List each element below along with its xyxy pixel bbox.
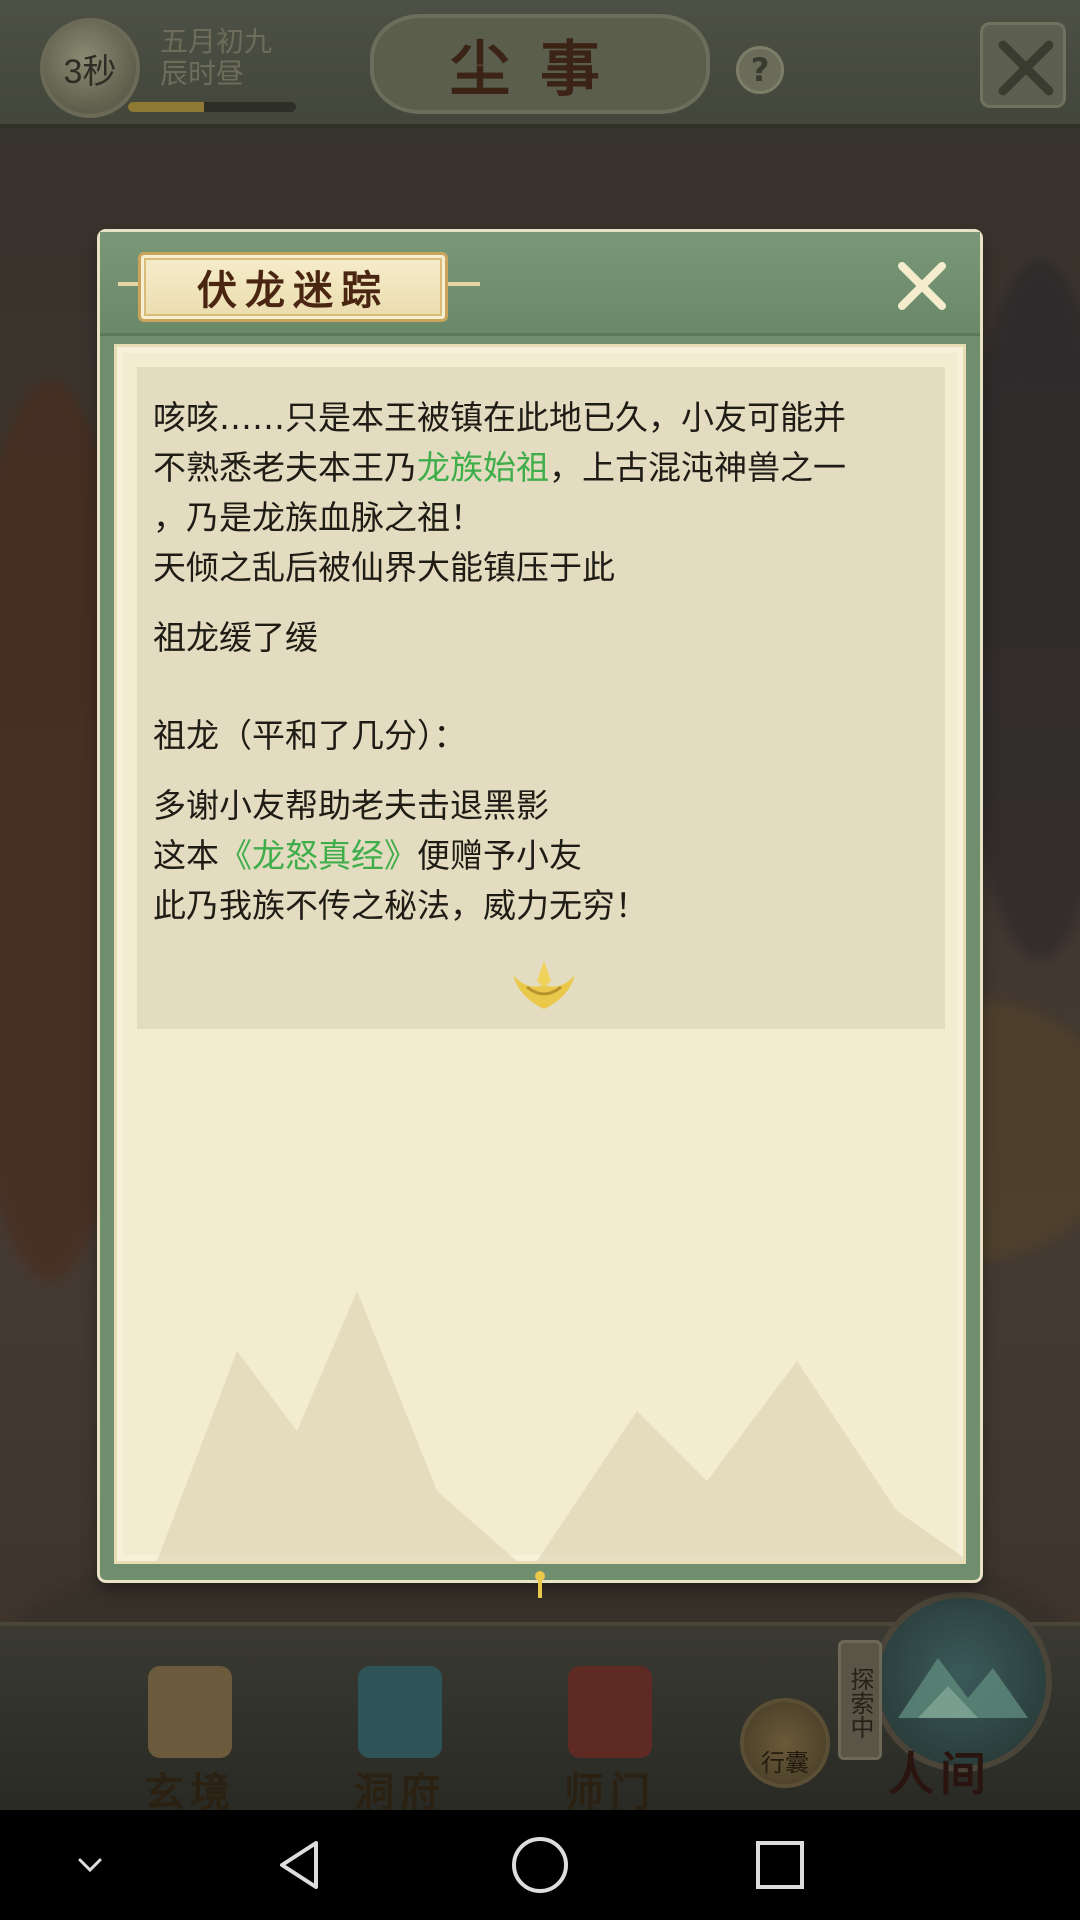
story-line: 咳咳……只是本王被镇在此地已久，小友可能并 (153, 398, 846, 437)
home-icon (512, 1837, 568, 1893)
recents-icon (756, 1841, 804, 1889)
story-line: 祖龙缓了缓 (153, 618, 318, 657)
close-icon (898, 262, 946, 310)
page-title: 尘事 (370, 14, 710, 114)
date-line-2: 辰时昼 (160, 57, 245, 90)
highlight-scripture-title: 《龙怒真经》 (219, 836, 417, 875)
story-line: 祖龙（平和了几分）： (153, 716, 467, 755)
world-label: 人间 (888, 1747, 992, 1801)
bag-button[interactable]: 行囊 (740, 1698, 830, 1788)
story-line: 天倾之乱后被仙界大能镇压于此 (153, 548, 615, 587)
recents-button[interactable] (730, 1810, 830, 1920)
story-line: 多谢小友帮助老夫击退黑影 (153, 786, 549, 825)
help-button[interactable]: ? (736, 46, 784, 94)
chevron-down-icon (78, 1858, 102, 1873)
nav-item-dongfu[interactable]: 洞府 (335, 1666, 465, 1818)
time-progress-bar (128, 102, 296, 112)
story-text: 咳咳……只是本王被镇在此地已久，小友可能并 不熟悉老夫本王乃龙族始祖，上古混沌神… (153, 393, 933, 931)
story-line: ，乃是龙族血脉之祖！ (153, 498, 483, 537)
story-line: 此乃我族不传之秘法，威力无穷！ (153, 886, 648, 925)
pull-tab-icon (535, 1571, 545, 1598)
system-nav-bar (0, 1810, 1080, 1920)
top-hud: 3秒 五月初九 辰时昼 尘事 ? (0, 0, 1080, 128)
date-line-1: 五月初九 (160, 25, 273, 58)
time-progress-fill (128, 102, 204, 112)
dialog-body: 咳咳……只是本王被镇在此地已久，小友可能并 不熟悉老夫本王乃龙族始祖，上古混沌神… (114, 344, 966, 1564)
home-button[interactable] (490, 1810, 590, 1920)
story-line: 这本《龙怒真经》便赠予小友 (153, 836, 582, 875)
nav-item-xuanjing[interactable]: 玄境 (125, 1666, 255, 1818)
dialog-header: 伏龙迷踪 (100, 232, 980, 336)
exploring-tag: 探索中 (838, 1640, 882, 1760)
story-dialog: 伏龙迷踪 咳咳……只是本王被镇在此地已久，小友可能并 不熟悉老夫本王乃龙族始祖，… (100, 232, 980, 1598)
timer-text: 3秒 (63, 52, 117, 91)
hide-bar-button[interactable] (60, 1810, 120, 1920)
banner-icon (568, 1666, 652, 1758)
dialog-title: 伏龙迷踪 (138, 252, 448, 322)
game-date: 五月初九 辰时昼 (160, 26, 272, 90)
top-close-button[interactable] (980, 22, 1066, 108)
dialog-close-button[interactable] (890, 254, 954, 318)
highlight-dragon-ancestor: 龙族始祖 (417, 448, 549, 487)
timer-badge: 3秒 (40, 18, 140, 118)
back-button[interactable] (250, 1810, 350, 1920)
close-icon (998, 40, 1054, 96)
story-text-box[interactable]: 咳咳……只是本王被镇在此地已久，小友可能并 不熟悉老夫本王乃龙族始祖，上古混沌神… (137, 367, 945, 1029)
story-line: 不熟悉老夫本王乃龙族始祖，上古混沌神兽之一 (153, 448, 846, 487)
scroll-icon (148, 1666, 232, 1758)
nav-item-shimen[interactable]: 师门 (545, 1666, 675, 1818)
continue-crown-icon[interactable] (507, 957, 581, 1013)
back-icon (280, 1841, 318, 1889)
bag-label: 行囊 (761, 1749, 809, 1777)
mountain-watermark-icon (157, 1291, 963, 1561)
pavilion-icon (358, 1666, 442, 1758)
